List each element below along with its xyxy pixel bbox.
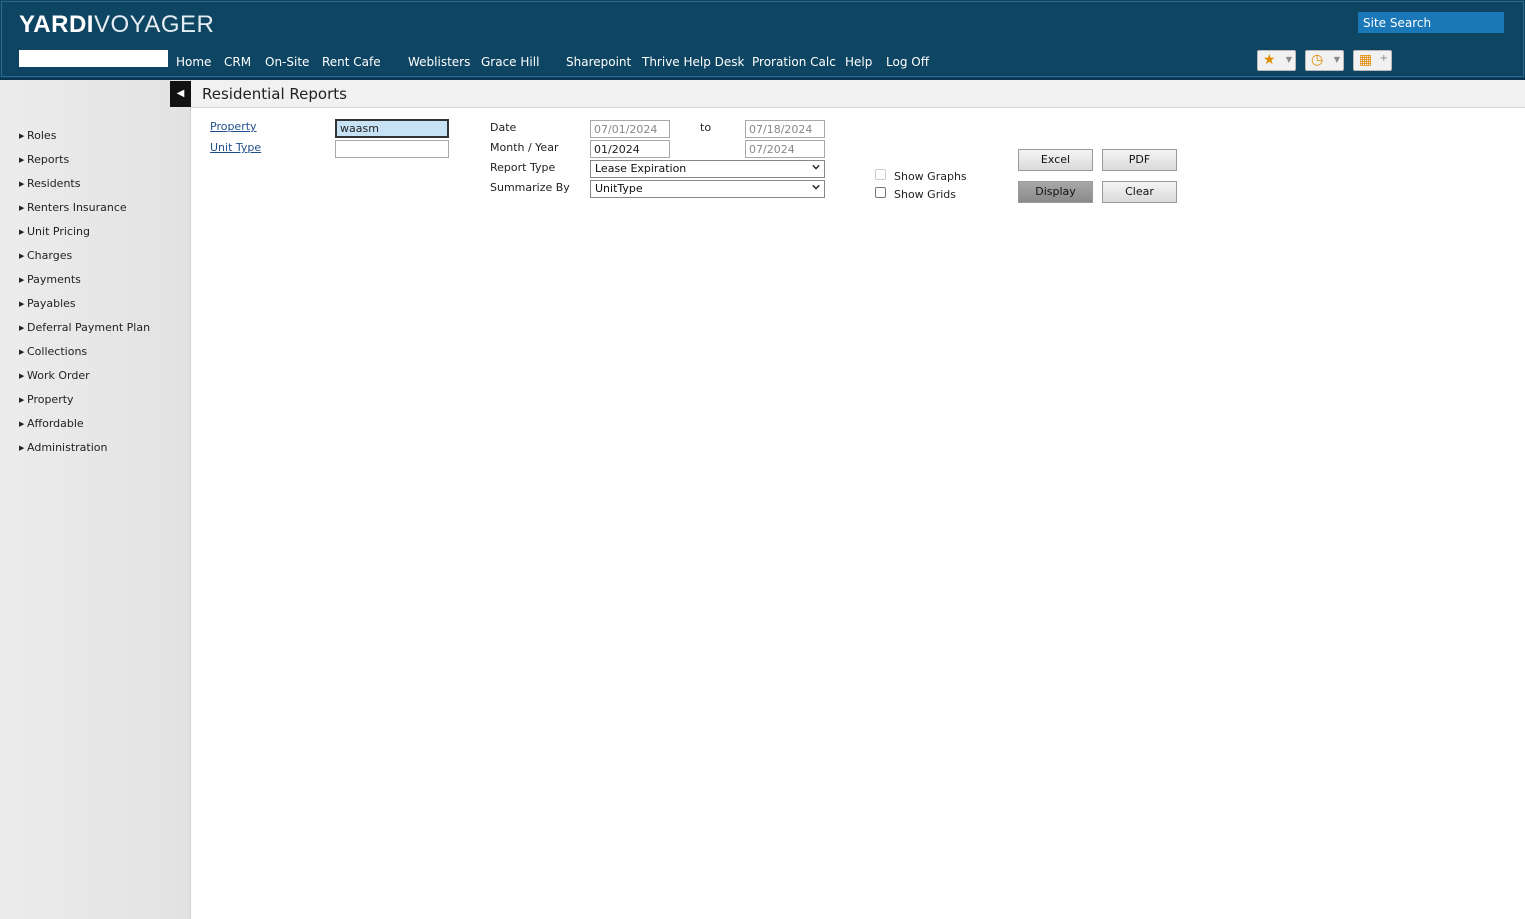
date-from-input[interactable] (590, 120, 670, 138)
caret-left-icon: ◀ (176, 88, 185, 99)
sidebar-item-renters-insurance[interactable]: ▶ Renters Insurance (19, 201, 127, 214)
property-link[interactable]: Property (210, 120, 257, 133)
page-title: Residential Reports (202, 85, 347, 103)
to-label: to (700, 121, 712, 134)
sidebar-item-administration[interactable]: ▶ Administration (19, 441, 108, 454)
nav-thrive-help-desk[interactable]: Thrive Help Desk (642, 55, 745, 69)
plus-icon: + (1379, 53, 1388, 64)
caret-right-icon: ▶ (19, 420, 25, 428)
collapse-sidebar-button[interactable]: ◀ (170, 81, 191, 107)
nav-log-off[interactable]: Log Off (886, 55, 929, 69)
caret-right-icon: ▶ (19, 324, 25, 332)
sidebar-item-charges[interactable]: ▶ Charges (19, 249, 72, 262)
excel-button[interactable]: Excel (1018, 149, 1093, 171)
property-input[interactable] (335, 119, 449, 138)
nav-rent-cafe[interactable]: Rent Cafe (322, 55, 381, 69)
yardi-voyager-logo[interactable]: YARDIVOYAGER (19, 11, 214, 39)
clear-button[interactable]: Clear (1102, 181, 1177, 203)
summarize-by-select[interactable]: UnitType (590, 180, 825, 198)
caret-right-icon: ▶ (19, 204, 25, 212)
caret-right-icon: ▶ (19, 300, 25, 308)
grid-icon: ▦ (1359, 52, 1373, 68)
sidebar-item-reports[interactable]: ▶ Reports (19, 153, 69, 166)
date-label: Date (490, 121, 517, 134)
date-to-input[interactable] (745, 120, 825, 138)
sidebar-item-property[interactable]: ▶ Property (19, 393, 74, 406)
caret-right-icon: ▶ (19, 156, 25, 164)
sidebar-item-deferral-payment-plan[interactable]: ▶ Deferral Payment Plan (19, 321, 150, 334)
sidebar-item-work-order[interactable]: ▶ Work Order (19, 369, 90, 382)
caret-right-icon: ▶ (19, 252, 25, 260)
caret-right-icon: ▶ (19, 348, 25, 356)
nav-weblisters[interactable]: Weblisters (408, 55, 470, 69)
caret-right-icon: ▶ (19, 396, 25, 404)
caret-right-icon: ▶ (19, 276, 25, 284)
nav-crm[interactable]: CRM (224, 55, 251, 69)
chevron-down-icon: ▼ (1285, 55, 1292, 64)
unit-type-input[interactable] (335, 140, 449, 158)
recent-button[interactable]: ◷ ▼ (1305, 50, 1344, 71)
month-year-label: Month / Year (490, 141, 559, 154)
display-button[interactable]: Display (1018, 181, 1093, 203)
nav-sharepoint[interactable]: Sharepoint (566, 55, 631, 69)
sidebar-item-residents[interactable]: ▶ Residents (19, 177, 80, 190)
caret-right-icon: ▶ (19, 444, 25, 452)
show-grids-checkbox[interactable] (875, 187, 886, 198)
sidebar-item-collections[interactable]: ▶ Collections (19, 345, 87, 358)
report-type-label: Report Type (490, 161, 556, 174)
show-graphs-label: Show Graphs (894, 170, 967, 183)
month-year-to-input[interactable] (745, 140, 825, 158)
dashboard-button[interactable]: ▦ + (1353, 50, 1392, 71)
sidebar-item-unit-pricing[interactable]: ▶ Unit Pricing (19, 225, 90, 238)
star-icon: ★ (1263, 52, 1276, 68)
sidebar-item-affordable[interactable]: ▶ Affordable (19, 417, 84, 430)
show-grids-label: Show Grids (894, 188, 956, 201)
chevron-down-icon: ▼ (1333, 55, 1340, 64)
sidebar-item-payables[interactable]: ▶ Payables (19, 297, 76, 310)
nav-home[interactable]: Home (176, 55, 211, 69)
month-year-from-input[interactable] (590, 140, 670, 158)
nav-help[interactable]: Help (845, 55, 872, 69)
report-type-select[interactable]: Lease Expiration (590, 160, 825, 178)
nav-on-site[interactable]: On-Site (265, 55, 309, 69)
nav-proration-calc[interactable]: Proration Calc (752, 55, 836, 69)
chevron-down-icon (812, 164, 820, 170)
site-search-input[interactable] (1358, 12, 1504, 33)
sidebar-item-roles[interactable]: ▶ Roles (19, 129, 56, 142)
property-selector-box[interactable] (19, 50, 168, 67)
caret-right-icon: ▶ (19, 132, 25, 140)
pdf-button[interactable]: PDF (1102, 149, 1177, 171)
favorites-button[interactable]: ★ ▼ (1257, 50, 1296, 71)
summarize-by-label: Summarize By (490, 181, 570, 194)
top-header: YARDIVOYAGER Home CRM On-Site Rent Cafe … (0, 0, 1525, 80)
nav-grace-hill[interactable]: Grace Hill (481, 55, 539, 69)
chevron-down-icon (812, 184, 820, 190)
caret-right-icon: ▶ (19, 180, 25, 188)
page-title-bar (191, 80, 1525, 108)
show-graphs-checkbox[interactable] (875, 169, 886, 180)
caret-right-icon: ▶ (19, 228, 25, 236)
clock-icon: ◷ (1311, 52, 1324, 68)
caret-right-icon: ▶ (19, 372, 25, 380)
unit-type-link[interactable]: Unit Type (210, 141, 261, 154)
sidebar-item-payments[interactable]: ▶ Payments (19, 273, 81, 286)
